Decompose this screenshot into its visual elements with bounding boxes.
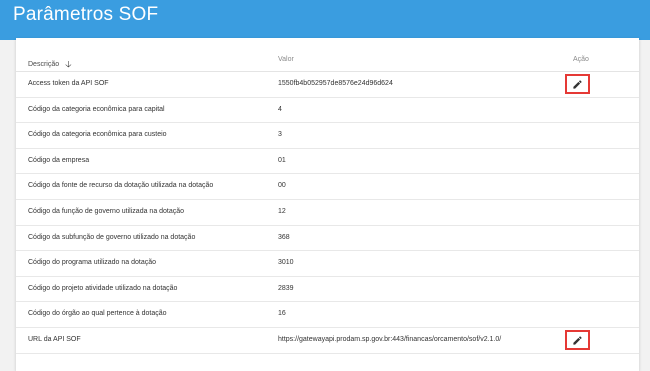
parameters-table: Descrição 🡣 Valor Ação Access token da AP… [16,38,639,371]
table-row: Código da fonte de recurso da dotação ut… [16,173,639,200]
table-row: Código da subfunção de governo utilizado… [16,225,639,252]
row-value: 3010 [278,259,294,267]
table-row: Código do programa utilizado na dotação … [16,250,639,277]
column-header-valor: Valor [278,56,294,63]
column-header-descricao-label: Descrição [28,61,60,68]
row-description: Código da fonte de recurso da dotação ut… [28,182,214,190]
page-header: Parâmetros SOF [0,0,650,40]
row-value: 16 [278,310,286,318]
table-row: Código do projeto atividade utilizado na… [16,276,639,303]
row-description: Código da empresa [28,156,90,164]
row-value: 368 [278,233,290,241]
row-value: 3 [278,131,282,139]
row-value: https://gatewayapi.prodam.sp.gov.br:443/… [278,336,502,343]
table-row: Access token da API SOF 1550fb4b052957de… [16,71,639,98]
row-value: 01 [278,156,286,164]
table-row: Código da categoria econômica para custe… [16,122,639,149]
table-header: Descrição 🡣 Valor Ação [16,38,639,72]
row-description: Código da subfunção de governo utilizado… [28,233,196,241]
page-title: Parâmetros SOF [13,4,159,25]
row-description: Código da função de governo utilizada na… [28,208,185,215]
row-description: Código do órgão ao qual pertence à dotaç… [28,310,167,318]
row-value: 12 [278,208,286,215]
row-description: Access token da API SOF [28,80,109,87]
row-value: 4 [278,105,282,113]
pencil-icon [573,79,582,89]
column-header-descricao[interactable]: Descrição 🡣 [28,56,72,72]
row-description: Código da categoria econômica para custe… [28,131,167,139]
pencil-icon [573,335,582,345]
table-row: Código do órgão ao qual pertence à dotaç… [16,301,639,328]
column-header-acao: Ação [573,56,589,63]
row-description: Código da categoria econômica para capit… [28,105,165,113]
edit-button[interactable] [565,330,590,350]
row-value: 2839 [278,284,294,292]
table-row: Código da função de governo utilizada na… [16,199,639,226]
edit-button[interactable] [565,74,590,94]
table-row: URL da API SOF https://gatewayapi.prodam… [16,327,639,354]
row-description: Código do projeto atividade utilizado na… [28,284,178,292]
row-value: 1550fb4b052957de8576e24d96d624 [278,80,393,87]
table-row: Código da categoria econômica para capit… [16,97,639,124]
row-description: Código do programa utilizado na dotação [28,259,157,267]
row-description: URL da API SOF [28,336,81,343]
table-row: Código da empresa 01 [16,148,639,175]
row-value: 00 [278,182,286,190]
